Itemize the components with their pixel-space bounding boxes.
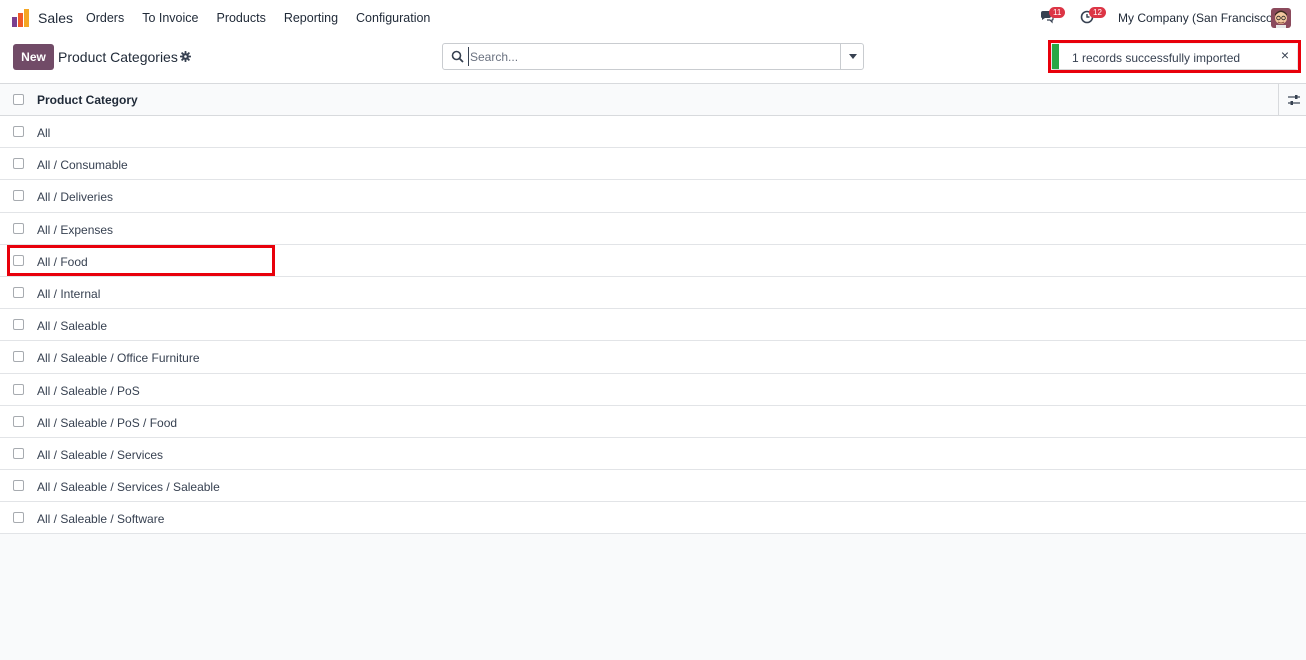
menu-to-invoice[interactable]: To Invoice [142,11,198,25]
row-checkbox[interactable] [13,158,24,170]
row-checkbox[interactable] [13,126,24,137]
menu-configuration[interactable]: Configuration [356,11,430,25]
table-row[interactable]: All / Consumable [0,148,1306,181]
category-name: All / Saleable [37,319,108,334]
category-name: All / Internal [37,286,101,301]
category-name: All / Saleable / PoS / Food [37,415,178,430]
table-row[interactable]: All / Saleable / Services [0,437,1306,471]
table-row[interactable]: All / Deliveries [0,180,1306,213]
table-row[interactable]: All / Internal [0,276,1306,310]
search-icon [451,50,464,63]
category-name: All / Saleable / Software [37,512,165,527]
table-row[interactable]: All / Saleable / Software [0,502,1306,535]
category-name: All / Expenses [37,222,114,237]
sales-app-icon[interactable] [12,9,30,27]
menu-orders[interactable]: Orders [86,11,124,25]
main-menu: Orders To Invoice Products Reporting Con… [86,11,448,25]
category-name: All [37,126,51,140]
table-row[interactable]: All [0,116,1306,149]
table-row[interactable]: All / Saleable / PoS [0,373,1306,406]
category-name: All / Food [37,254,88,269]
page-title: Product Categories [58,49,178,65]
category-list: Product Category All All / Consumable Al… [0,84,1306,535]
row-checkbox[interactable] [13,222,24,234]
new-button[interactable]: New [13,44,54,70]
row-checkbox[interactable] [13,383,24,395]
menu-reporting[interactable]: Reporting [284,11,338,25]
row-checkbox[interactable] [13,286,24,298]
table-row[interactable]: All / Expenses [0,212,1306,245]
table-row[interactable]: All / Food [0,244,1306,277]
search-bar [442,43,864,70]
activities-button[interactable]: 12 [1080,7,1106,26]
gear-icon[interactable] [180,51,191,62]
table-row[interactable]: All / Saleable / Office Furniture [0,341,1306,374]
company-switcher[interactable]: My Company (San Francisco) [1118,11,1277,25]
list-header: Product Category [0,84,1306,116]
sliders-icon [1288,95,1300,105]
row-checkbox[interactable] [13,319,24,331]
category-name: All / Saleable / Services [37,447,164,462]
app-name[interactable]: Sales [38,10,73,26]
search-options-toggle[interactable] [840,44,863,69]
messages-badge: 11 [1049,7,1066,18]
category-name: All / Consumable [37,158,128,173]
row-checkbox[interactable] [13,447,24,459]
table-row[interactable]: All / Saleable [0,309,1306,342]
activities-badge: 12 [1089,7,1106,18]
select-all-checkbox[interactable] [13,94,24,105]
row-checkbox[interactable] [13,480,24,492]
row-checkbox[interactable] [13,254,24,266]
menu-products[interactable]: Products [216,11,265,25]
row-checkbox[interactable] [13,415,24,427]
category-name: All / Saleable / PoS [37,383,140,398]
table-row[interactable]: All / Saleable / PoS / Food [0,405,1306,438]
row-checkbox[interactable] [13,190,24,202]
optional-columns-button[interactable] [1278,84,1306,116]
search-input[interactable] [468,47,838,66]
table-row[interactable]: All / Saleable / Services / Saleable [0,470,1306,503]
messages-button[interactable]: 11 [1040,7,1066,26]
row-checkbox[interactable] [13,351,24,363]
top-navbar: Sales Orders To Invoice Products Reporti… [0,0,1306,36]
notification-highlight [1048,40,1301,73]
category-name: All / Saleable / Office Furniture [37,351,200,366]
category-name: All / Saleable / Services / Saleable [37,480,220,495]
row-checkbox[interactable] [13,512,24,524]
column-header-product-category[interactable]: Product Category [37,93,138,107]
user-avatar[interactable] [1271,8,1291,28]
category-name: All / Deliveries [37,190,114,205]
